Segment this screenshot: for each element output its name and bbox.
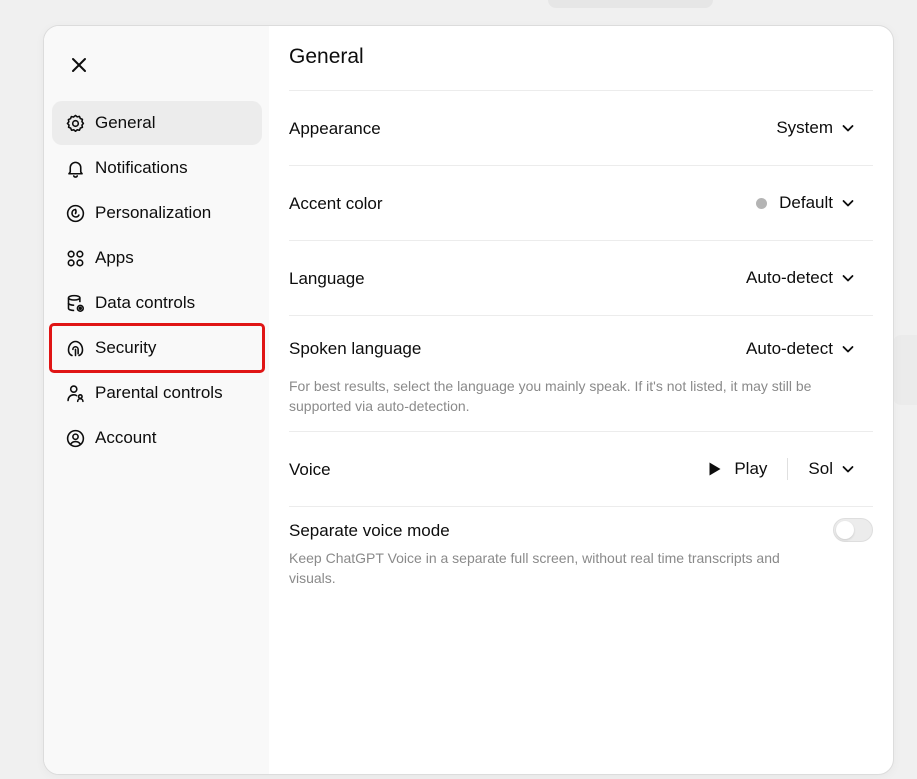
- appearance-label: Appearance: [289, 119, 381, 138]
- spoken-language-label: Spoken language: [289, 339, 422, 358]
- sidebar-item-general[interactable]: General: [52, 101, 262, 145]
- voice-controls: Play Sol: [708, 458, 855, 480]
- accent-color-label: Accent color: [289, 194, 383, 213]
- accent-color-row: Accent color Default: [289, 166, 873, 241]
- parental-icon: [64, 382, 86, 404]
- spoken-language-description: For best results, select the language yo…: [289, 378, 812, 414]
- sidebar-item-label: Parental controls: [95, 383, 223, 402]
- spoken-language-dropdown[interactable]: Auto-detect: [746, 339, 855, 359]
- spoken-language-row: Spoken language Auto-detect For best res…: [289, 316, 873, 432]
- settings-content: General Appearance System Accent color D…: [289, 26, 873, 774]
- close-icon: [72, 58, 86, 72]
- account-icon: [64, 427, 86, 449]
- play-label: Play: [734, 459, 768, 478]
- accent-color-dropdown[interactable]: Default: [756, 193, 855, 213]
- sidebar-item-label: Security: [95, 338, 157, 357]
- language-row: Language Auto-detect: [289, 241, 873, 316]
- separate-voice-mode-row: Separate voice mode Keep ChatGPT Voice i…: [289, 507, 873, 597]
- voice-label: Voice: [289, 460, 331, 479]
- sidebar-item-label: Apps: [95, 248, 134, 267]
- sidebar-item-notifications[interactable]: Notifications: [52, 146, 262, 190]
- chevron-down-icon: [842, 200, 854, 207]
- separate-voice-mode-toggle[interactable]: [833, 518, 873, 542]
- sidebar-item-security[interactable]: Security: [49, 323, 265, 373]
- settings-sidebar: General Notifications Personalization Ap…: [44, 26, 269, 774]
- background-panel-edge: [893, 335, 917, 405]
- sidebar-item-label: Account: [95, 428, 157, 447]
- play-voice-button[interactable]: Play: [708, 459, 767, 479]
- sidebar-item-account[interactable]: Account: [52, 416, 262, 460]
- accent-color-value: Default: [779, 193, 833, 212]
- language-dropdown[interactable]: Auto-detect: [746, 268, 855, 288]
- database-icon: [64, 292, 86, 314]
- sidebar-item-data-controls[interactable]: Data controls: [52, 281, 262, 325]
- sidebar-item-label: Data controls: [95, 293, 196, 312]
- sidebar-item-apps[interactable]: Apps: [52, 236, 262, 280]
- spoken-language-value: Auto-detect: [746, 339, 833, 358]
- chevron-down-icon: [842, 275, 854, 282]
- security-icon: [64, 337, 86, 359]
- sidebar-item-parental-controls[interactable]: Parental controls: [52, 371, 262, 415]
- appearance-value: System: [776, 118, 833, 137]
- voice-value: Sol: [808, 459, 833, 478]
- settings-nav: General Notifications Personalization Ap…: [49, 101, 265, 461]
- sidebar-item-label: General: [95, 113, 156, 132]
- chevron-down-icon: [842, 466, 854, 473]
- sidebar-item-personalization[interactable]: Personalization: [52, 191, 262, 235]
- voice-row: Voice Play Sol: [289, 432, 873, 507]
- voice-dropdown[interactable]: Sol: [808, 459, 855, 479]
- sidebar-item-label: Personalization: [95, 203, 212, 222]
- gear-icon: [64, 112, 86, 134]
- background-pill: [548, 0, 713, 8]
- close-button[interactable]: [64, 50, 94, 80]
- bell-icon: [64, 157, 86, 179]
- appearance-dropdown[interactable]: System: [776, 118, 855, 138]
- personalization-icon: [64, 202, 86, 224]
- separate-voice-mode-label: Separate voice mode: [289, 521, 450, 540]
- page-title: General: [289, 45, 364, 68]
- language-label: Language: [289, 269, 365, 288]
- appearance-row: Appearance System: [289, 91, 873, 166]
- chevron-down-icon: [842, 125, 854, 132]
- settings-dialog: General Notifications Personalization Ap…: [43, 25, 894, 775]
- play-icon: [709, 462, 721, 476]
- sidebar-item-label: Notifications: [95, 158, 188, 177]
- toggle-knob: [836, 521, 854, 539]
- voice-divider: [787, 458, 789, 480]
- separate-voice-mode-description: Keep ChatGPT Voice in a separate full sc…: [289, 550, 780, 586]
- accent-swatch: [756, 197, 768, 209]
- language-value: Auto-detect: [746, 268, 833, 287]
- chevron-down-icon: [842, 346, 854, 353]
- apps-grid-icon: [64, 247, 86, 269]
